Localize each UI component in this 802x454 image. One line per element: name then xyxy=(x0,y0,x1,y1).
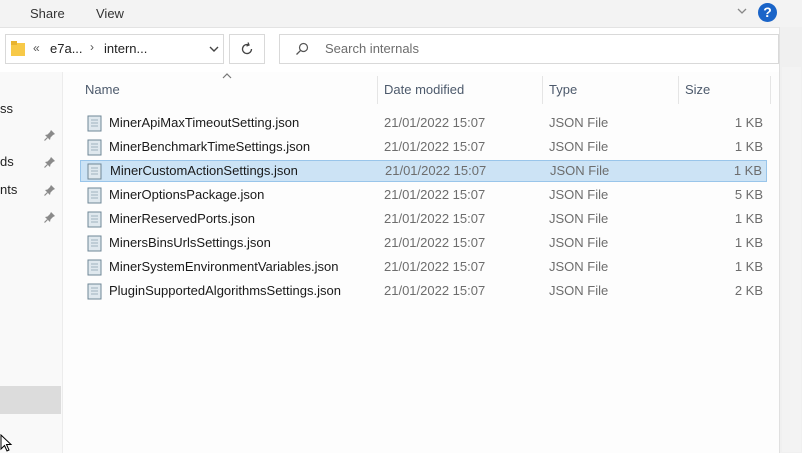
file-name: MinerApiMaxTimeoutSetting.json xyxy=(109,115,300,130)
json-file-icon xyxy=(87,283,102,300)
file-type: JSON File xyxy=(549,211,609,226)
file-size: 2 KB xyxy=(734,283,763,298)
expand-ribbon-chevron-icon[interactable] xyxy=(735,4,749,18)
column-divider[interactable] xyxy=(377,76,378,104)
json-file-icon xyxy=(87,115,102,132)
tab-share[interactable]: Share xyxy=(30,6,65,21)
file-name: MinerBenchmarkTimeSettings.json xyxy=(109,139,311,154)
breadcrumb-item-parent[interactable]: e7a... xyxy=(50,41,83,56)
file-date: 21/01/2022 15:07 xyxy=(384,115,486,130)
ribbon-bar: Share View ? xyxy=(0,0,802,28)
file-type: JSON File xyxy=(549,259,609,274)
search-input[interactable]: Search internals xyxy=(279,34,779,64)
file-type: JSON File xyxy=(549,187,609,202)
file-size: 1 KB xyxy=(734,211,763,226)
json-file-icon xyxy=(87,259,102,276)
column-header-type[interactable]: Type xyxy=(549,82,577,97)
nav-item-1[interactable]: ss xyxy=(0,101,13,116)
column-divider[interactable] xyxy=(678,76,679,104)
file-row[interactable]: MinersBinsUrlsSettings.json 21/01/2022 1… xyxy=(80,232,767,254)
file-row[interactable]: MinerReservedPorts.json 21/01/2022 15:07… xyxy=(80,208,767,230)
file-row[interactable]: PluginSupportedAlgorithmsSettings.json 2… xyxy=(80,280,767,302)
file-date: 21/01/2022 15:07 xyxy=(384,187,486,202)
file-row[interactable]: MinerApiMaxTimeoutSetting.json 21/01/202… xyxy=(80,112,767,134)
file-date: 21/01/2022 15:07 xyxy=(384,259,486,274)
file-row[interactable]: MinerOptionsPackage.json 21/01/2022 15:0… xyxy=(80,184,767,206)
tab-view[interactable]: View xyxy=(96,6,124,21)
navigation-pane: ss ds nts xyxy=(0,72,63,453)
breadcrumb-item-current[interactable]: intern... xyxy=(104,41,147,56)
file-name: MinerSystemEnvironmentVariables.json xyxy=(109,259,339,274)
refresh-icon xyxy=(241,42,253,55)
sort-ascending-icon xyxy=(222,73,232,79)
file-name: PluginSupportedAlgorithmsSettings.json xyxy=(109,283,341,298)
nav-item-3[interactable]: nts xyxy=(0,182,17,197)
file-row[interactable]: MinerSystemEnvironmentVariables.json 21/… xyxy=(80,256,767,278)
json-file-icon xyxy=(87,139,102,156)
column-header-size[interactable]: Size xyxy=(685,82,710,97)
pin-icon[interactable] xyxy=(44,156,56,168)
mouse-cursor-icon xyxy=(0,434,13,452)
file-size: 1 KB xyxy=(733,163,762,178)
file-name: MinersBinsUrlsSettings.json xyxy=(109,235,271,250)
help-icon[interactable]: ? xyxy=(758,3,777,22)
address-dropdown-icon[interactable] xyxy=(208,44,220,54)
breadcrumb-overflow[interactable]: « xyxy=(33,41,40,55)
file-size: 5 KB xyxy=(734,187,763,202)
column-header-date[interactable]: Date modified xyxy=(384,82,464,97)
file-date: 21/01/2022 15:07 xyxy=(384,283,486,298)
vertical-scrollbar[interactable] xyxy=(779,27,802,453)
file-row-selected[interactable]: MinerCustomActionSettings.json 21/01/202… xyxy=(80,160,767,182)
address-bar[interactable]: « e7a... › intern... xyxy=(5,34,224,64)
file-date: 21/01/2022 15:07 xyxy=(384,139,486,154)
file-list: Name Date modified Type Size MinerApiMax… xyxy=(63,72,779,453)
column-header-name[interactable]: Name xyxy=(85,82,120,97)
file-name: MinerOptionsPackage.json xyxy=(109,187,265,202)
json-file-icon xyxy=(87,187,102,204)
file-size: 1 KB xyxy=(734,115,763,130)
file-date: 21/01/2022 15:07 xyxy=(384,211,486,226)
pin-icon[interactable] xyxy=(44,184,56,196)
file-date: 21/01/2022 15:07 xyxy=(384,235,486,250)
json-file-icon xyxy=(87,163,102,180)
nav-item-selected[interactable] xyxy=(0,386,61,414)
file-type: JSON File xyxy=(549,115,609,130)
file-name: MinerCustomActionSettings.json xyxy=(110,163,298,178)
pin-icon[interactable] xyxy=(44,129,56,141)
json-file-icon xyxy=(87,235,102,252)
search-placeholder: Search internals xyxy=(325,41,419,56)
file-type: JSON File xyxy=(549,283,609,298)
column-divider[interactable] xyxy=(542,76,543,104)
file-date: 21/01/2022 15:07 xyxy=(385,163,487,178)
file-size: 1 KB xyxy=(734,139,763,154)
file-row[interactable]: MinerBenchmarkTimeSettings.json 21/01/20… xyxy=(80,136,767,158)
file-name: MinerReservedPorts.json xyxy=(109,211,255,226)
file-type: JSON File xyxy=(549,139,609,154)
file-type: JSON File xyxy=(550,163,610,178)
refresh-button[interactable] xyxy=(229,34,265,64)
search-icon xyxy=(296,42,309,55)
scrollbar-track[interactable] xyxy=(782,67,801,452)
pin-icon[interactable] xyxy=(44,211,56,223)
file-size: 1 KB xyxy=(734,235,763,250)
file-size: 1 KB xyxy=(734,259,763,274)
folder-icon xyxy=(11,41,25,56)
nav-item-2[interactable]: ds xyxy=(0,154,14,169)
column-divider[interactable] xyxy=(770,76,771,104)
json-file-icon xyxy=(87,211,102,228)
breadcrumb-separator[interactable]: › xyxy=(90,40,94,54)
file-type: JSON File xyxy=(549,235,609,250)
